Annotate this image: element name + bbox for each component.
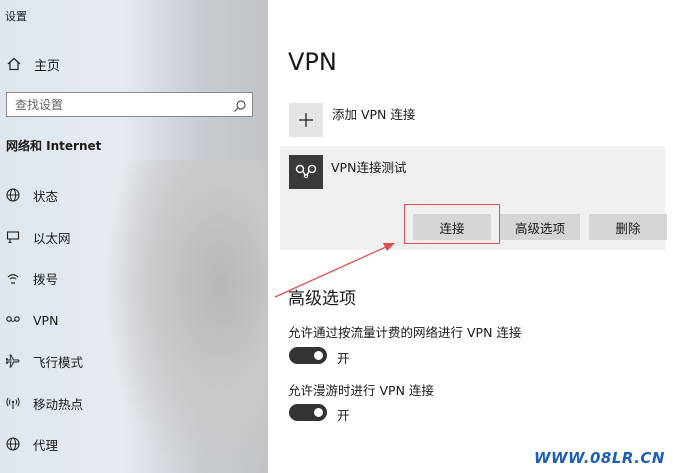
sidebar-item-airplane[interactable]: 飞行模式	[0, 347, 268, 375]
sidebar-item-label: 以太网	[33, 230, 71, 246]
globe-icon	[5, 436, 21, 452]
vpn-connection-icon	[289, 155, 323, 189]
sidebar: 设置 主页 网络和 Internet 状态 以太网 拨号 VP	[0, 0, 268, 473]
advanced-options-title: 高级选项	[288, 289, 356, 309]
add-vpn-button[interactable]: 添加 VPN 连接	[289, 103, 415, 137]
sidebar-item-label: 移动热点	[33, 396, 84, 412]
sidebar-item-label: 状态	[33, 188, 59, 204]
add-vpn-label: 添加 VPN 连接	[332, 107, 416, 122]
vpn-connection-card[interactable]: VPN连接测试 连接 高级选项 删除	[280, 146, 667, 250]
vpn-icon	[5, 312, 21, 328]
search-box[interactable]	[6, 92, 253, 117]
globe-icon	[5, 187, 21, 203]
delete-button[interactable]: 删除	[589, 214, 667, 240]
metered-toggle[interactable]	[289, 347, 327, 364]
sidebar-item-hotspot[interactable]: 移动热点	[0, 389, 268, 417]
sidebar-item-label: 代理	[33, 437, 59, 453]
sidebar-item-label: 飞行模式	[33, 354, 84, 370]
main-panel: VPN 添加 VPN 连接 VPN连接测试 连接 高级选项 删除 高级选项 允许…	[268, 0, 673, 473]
metered-option-label: 允许通过按流量计费的网络进行 VPN 连接	[288, 325, 522, 340]
search-icon[interactable]	[233, 98, 247, 112]
sidebar-item-home[interactable]: 主页	[0, 52, 268, 76]
vpn-connection-name: VPN连接测试	[331, 160, 407, 175]
toggle-knob	[314, 408, 323, 417]
home-icon	[7, 57, 21, 71]
sidebar-item-dialup[interactable]: 拨号	[0, 264, 268, 292]
sidebar-item-label: 主页	[34, 58, 61, 74]
metered-toggle-state: 开	[337, 351, 350, 366]
watermark-logo: WWW.08LR.CN	[533, 449, 665, 467]
page-title: VPN	[288, 48, 337, 76]
sidebar-item-status[interactable]: 状态	[0, 181, 268, 209]
roaming-option-label: 允许漫游时进行 VPN 连接	[288, 383, 434, 398]
roaming-toggle[interactable]	[289, 404, 327, 421]
sidebar-item-vpn[interactable]: VPN	[0, 306, 268, 334]
airplane-icon	[5, 353, 21, 369]
dialup-icon	[5, 270, 21, 286]
roaming-toggle-state: 开	[337, 408, 350, 423]
connect-button[interactable]: 连接	[413, 214, 491, 240]
window-title: 设置	[5, 10, 27, 23]
plus-icon	[289, 103, 323, 137]
ethernet-icon	[5, 229, 21, 245]
sidebar-item-ethernet[interactable]: 以太网	[0, 223, 268, 251]
search-input[interactable]	[7, 96, 233, 113]
sidebar-item-label: VPN	[33, 312, 59, 328]
section-title: 网络和 Internet	[6, 139, 102, 153]
advanced-options-button[interactable]: 高级选项	[500, 214, 580, 240]
sidebar-item-label: 拨号	[33, 271, 59, 287]
toggle-knob	[314, 351, 323, 360]
sidebar-item-proxy[interactable]: 代理	[0, 430, 268, 458]
hotspot-icon	[5, 395, 21, 411]
